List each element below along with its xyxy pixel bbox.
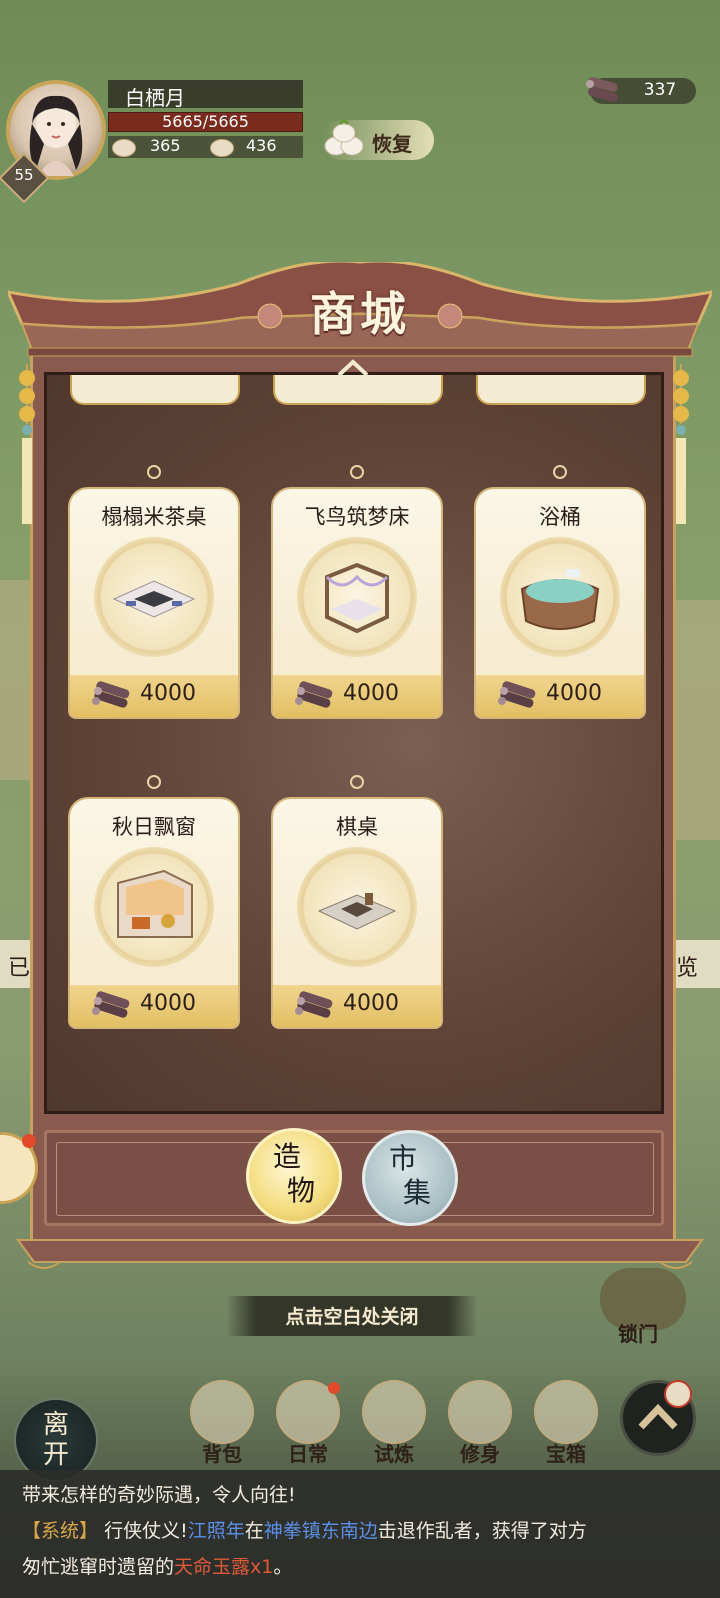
tab-market-label: 市 集 <box>388 1142 431 1209</box>
close-hint: 点击空白处关闭 <box>285 1306 419 1328</box>
log-line: 【系统】 行侠仗义!江照年在神拳镇东南边击退作乱者，获得了对方 <box>22 1520 587 1542</box>
right-tassel <box>673 364 689 524</box>
wood-log-icon <box>92 991 130 1018</box>
shop-item-card[interactable]: 棋桌 4000 <box>271 775 443 1029</box>
shop-card-partial[interactable] <box>476 375 646 405</box>
log-line: 匆忙逃窜时遗留的天命玉露x1。 <box>22 1556 293 1578</box>
stat-b-value: 436 <box>246 136 277 155</box>
nav-cultivation[interactable]: 修身 <box>442 1380 518 1466</box>
stat-a-value: 365 <box>150 136 181 155</box>
hanging-hook <box>350 465 364 479</box>
chess-table-icon <box>297 847 417 967</box>
item-price: 4000 <box>546 681 602 706</box>
nav-label: 日常 <box>288 1442 328 1466</box>
item-price: 4000 <box>343 991 399 1016</box>
shop-title: 商城 <box>310 287 410 341</box>
nav-label: 宝箱 <box>546 1442 586 1466</box>
canopy-bed-icon <box>297 537 417 657</box>
nav-label: 背包 <box>202 1442 242 1466</box>
hanging-hook <box>350 775 364 789</box>
trial-icon <box>362 1380 426 1444</box>
backpack-icon <box>190 1380 254 1444</box>
treasure-chest-icon <box>534 1380 598 1444</box>
bowl-icon <box>112 139 136 157</box>
price-bar: 4000 <box>273 675 441 717</box>
price-bar: 4000 <box>70 675 238 717</box>
wood-log-icon <box>295 991 333 1018</box>
shop-item-card[interactable]: 飞鸟筑梦床 4000 <box>271 465 443 719</box>
wood-log-icon <box>586 77 618 102</box>
system-log[interactable]: 带来怎样的奇妙际遇，令人向往! 【系统】 行侠仗义!江照年在神拳镇东南边击退作乱… <box>0 1470 720 1598</box>
tab-craft-label: 造 物 <box>272 1140 315 1207</box>
player-name: 白栖月 <box>125 86 185 110</box>
side-label-left: 已 <box>8 956 31 981</box>
price-bar: 4000 <box>70 985 238 1027</box>
shop-item-card[interactable]: 秋日飘窗 4000 <box>68 775 240 1029</box>
wood-log-icon <box>498 681 536 708</box>
side-label-right: 览 <box>676 956 699 981</box>
nav-label: 试炼 <box>374 1442 414 1466</box>
hp-value: 5665/5665 <box>162 112 249 131</box>
leave-label: 离开 <box>42 1410 69 1470</box>
log-line: 带来怎样的奇妙际遇，令人向往! <box>22 1484 296 1506</box>
item-name: 秋日飘窗 <box>112 815 196 839</box>
hanging-hook <box>147 465 161 479</box>
bathtub-icon <box>500 537 620 657</box>
item-name: 棋桌 <box>336 815 378 839</box>
nav-backpack[interactable]: 背包 <box>184 1380 260 1466</box>
shop-card-partial[interactable] <box>273 375 443 405</box>
recover-label: 恢复 <box>372 132 412 156</box>
notification-dot <box>328 1382 340 1394</box>
tatami-table-icon <box>94 537 214 657</box>
shop-item-card[interactable]: 榻榻米茶桌 4000 <box>68 465 240 719</box>
item-name: 飞鸟筑梦床 <box>304 505 410 529</box>
left-tassel <box>19 364 35 524</box>
item-price: 4000 <box>140 991 196 1016</box>
nav-treasure[interactable]: 宝箱 <box>528 1380 604 1466</box>
wood-log-icon <box>295 681 333 708</box>
item-price: 4000 <box>140 681 196 706</box>
wood-log-icon <box>92 681 130 708</box>
price-bar: 4000 <box>273 985 441 1027</box>
shop-card-partial[interactable] <box>70 375 240 405</box>
avatar-badge-icon <box>664 1380 692 1408</box>
currency-value: 337 <box>643 80 677 100</box>
item-name: 浴桶 <box>539 505 581 529</box>
item-price: 4000 <box>343 681 399 706</box>
item-name: 榻榻米茶桌 <box>101 505 207 529</box>
nav-daily[interactable]: 日常 <box>270 1380 346 1466</box>
nav-label: 修身 <box>460 1442 500 1466</box>
scenery-building-right <box>676 600 720 840</box>
hanging-hook <box>147 775 161 789</box>
shop-item-card[interactable]: 浴桶 4000 <box>474 465 646 719</box>
lock-door-label: 锁门 <box>618 1322 658 1346</box>
hanging-hook <box>553 465 567 479</box>
dumpling-pile-icon <box>324 119 364 156</box>
shop-base-ornament <box>16 1239 704 1269</box>
chevron-up-icon[interactable] <box>336 358 370 378</box>
autumn-window-icon <box>94 847 214 967</box>
notification-dot <box>22 1134 36 1148</box>
price-bar: 4000 <box>476 675 644 717</box>
cultivation-icon <box>448 1380 512 1444</box>
dumpling-icon <box>210 139 234 157</box>
nav-trial[interactable]: 试炼 <box>356 1380 432 1466</box>
level-value: 55 <box>14 166 34 184</box>
